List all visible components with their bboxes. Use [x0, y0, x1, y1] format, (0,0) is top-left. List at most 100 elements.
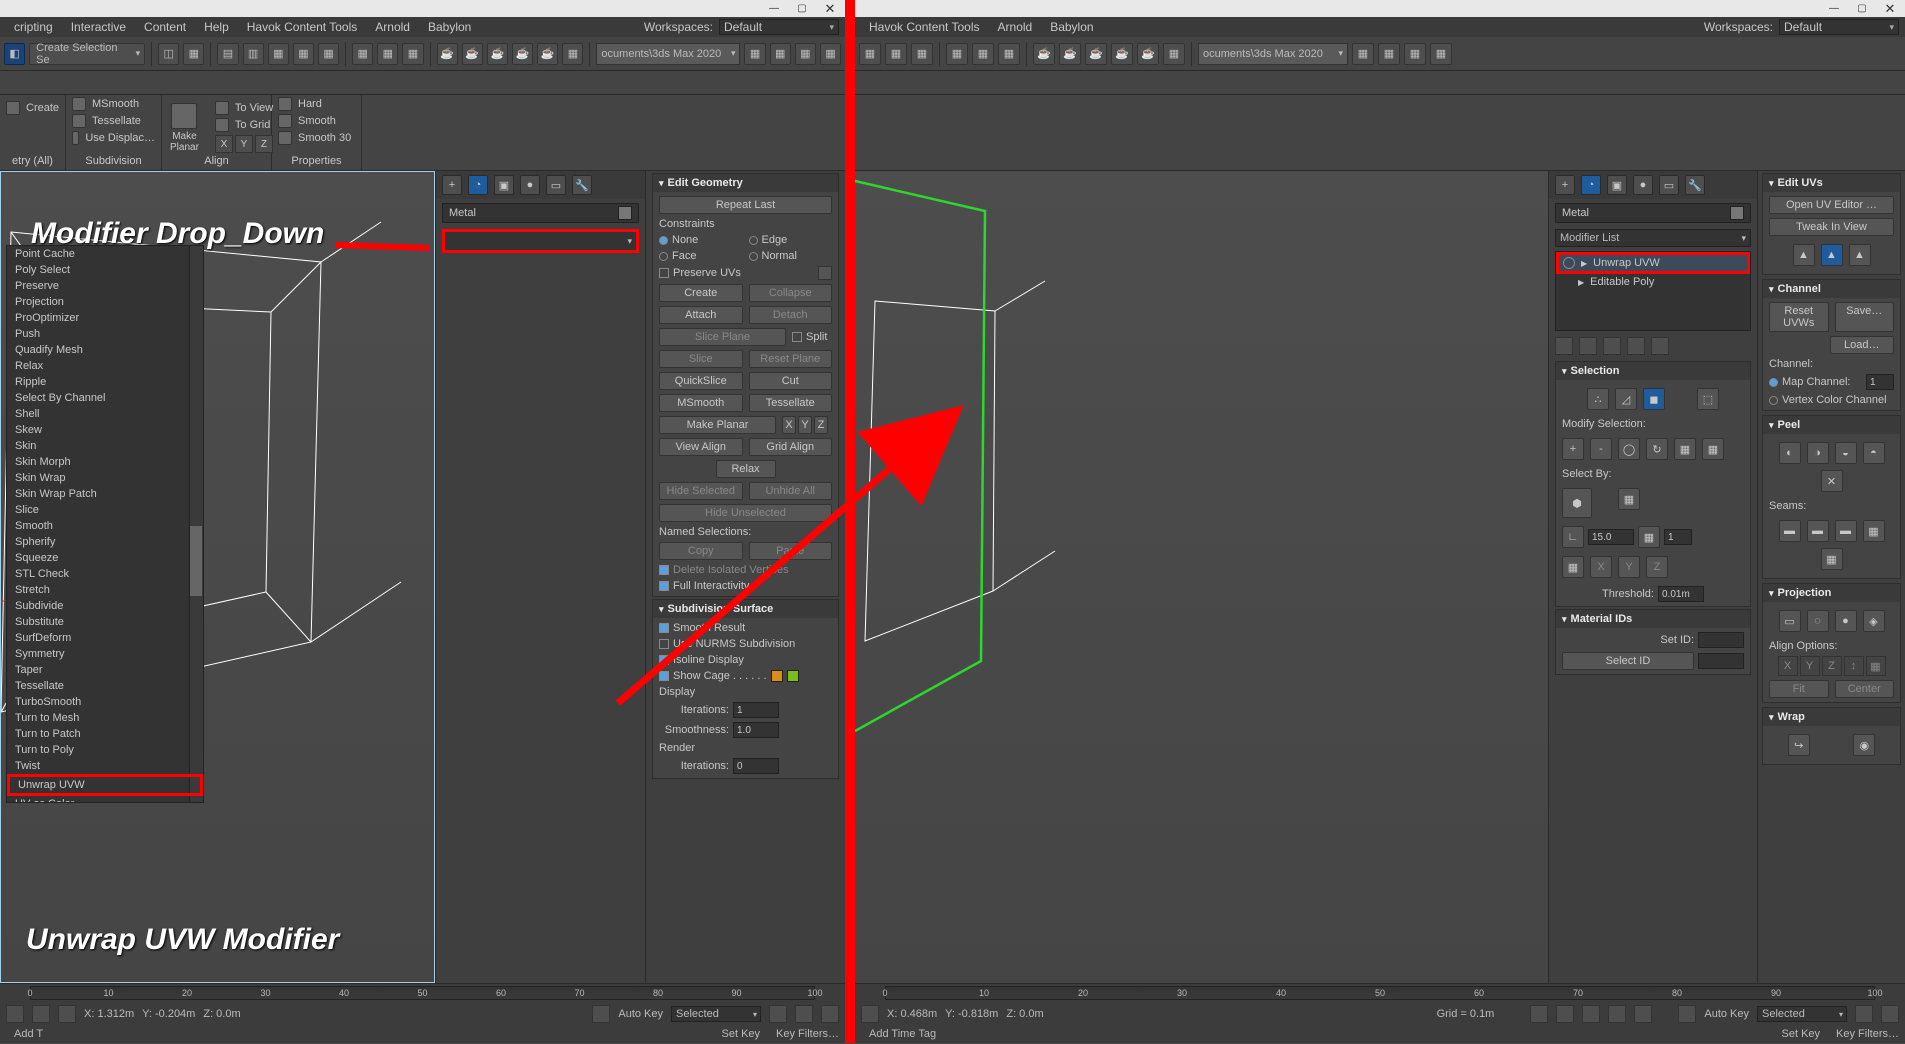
modifier-option[interactable]: Slice	[7, 502, 203, 518]
to-grid-button[interactable]: To Grid	[235, 119, 270, 131]
minimize-button[interactable]: —	[761, 1, 787, 16]
cut-button[interactable]: Cut	[749, 372, 833, 390]
select-element-icon[interactable]: ⬢	[1562, 488, 1592, 518]
menu-havok[interactable]: Havok Content Tools	[861, 18, 988, 36]
peel-icon[interactable]: ◓	[1863, 442, 1885, 464]
toolbar-icon[interactable]: ▦	[183, 43, 204, 65]
align-icon[interactable]: ▦	[1866, 656, 1886, 676]
menu-help[interactable]: Help	[196, 18, 237, 36]
seam-icon[interactable]: ▦	[1863, 520, 1885, 542]
modifier-list-dropdown[interactable]: Modifier List	[1555, 229, 1751, 247]
select-id-spinner[interactable]	[1698, 653, 1744, 669]
selection-header[interactable]: Selection	[1556, 362, 1750, 380]
tessellate-button[interactable]: Tessellate	[749, 394, 833, 412]
render-icon[interactable]: ☕	[537, 43, 558, 65]
status-icon[interactable]	[861, 1005, 879, 1023]
box-proj-icon[interactable]: ◈	[1863, 610, 1885, 632]
modifier-option[interactable]: Turn to Poly	[7, 742, 203, 758]
make-planar-button[interactable]: Make Planar	[659, 416, 776, 434]
tessellate-button[interactable]: Tessellate	[92, 115, 141, 127]
hierarchy-tab-icon[interactable]: ▣	[494, 175, 514, 195]
toolbar-icon[interactable]: ▦	[352, 43, 373, 65]
render-icon[interactable]: ☕	[487, 43, 508, 65]
select-grid-icon[interactable]: ▦	[1618, 488, 1640, 510]
attach-button[interactable]: Attach	[659, 306, 743, 324]
wrap-icon[interactable]: ↪	[1788, 734, 1810, 756]
status-icon[interactable]	[32, 1005, 50, 1023]
toolbar-icon[interactable]: ▦	[268, 43, 289, 65]
align-z-button[interactable]: Z	[1822, 656, 1842, 676]
detach-button[interactable]: Detach	[749, 306, 833, 324]
maximize-button[interactable]: ▢	[1849, 1, 1875, 16]
seam-icon[interactable]: ▬	[1807, 520, 1829, 542]
select-id-button[interactable]: Select ID	[1562, 652, 1694, 670]
full-interactivity-check[interactable]	[659, 581, 669, 591]
displace-button[interactable]: Use Displac…	[85, 132, 155, 144]
edge-radio[interactable]	[749, 236, 758, 245]
angle-icon[interactable]: ∟	[1562, 526, 1584, 548]
setkey-button[interactable]: Set Key	[1782, 1028, 1821, 1040]
planar-x-button[interactable]: X	[782, 416, 796, 434]
hard-button[interactable]: Hard	[298, 98, 322, 110]
key-filters-button[interactable]: Key Filters…	[776, 1028, 839, 1040]
toolbar-icon[interactable]: ▦	[1352, 43, 1374, 65]
vertex-color-radio[interactable]	[1769, 396, 1778, 405]
add-time-tag[interactable]: Add Time Tag	[869, 1028, 936, 1040]
save-button[interactable]: Save…	[1835, 302, 1895, 332]
make-planar-icon[interactable]	[171, 103, 197, 129]
fit-button[interactable]: Fit	[1769, 680, 1829, 698]
modifier-option[interactable]: ProOptimizer	[7, 310, 203, 326]
msmooth-button[interactable]: MSmooth	[92, 98, 139, 110]
modifier-list-dropdown[interactable]	[442, 229, 639, 253]
isoline-check[interactable]	[659, 655, 669, 665]
status-icon[interactable]	[1881, 1005, 1899, 1023]
render-icon[interactable]: ▦	[1163, 43, 1185, 65]
planar-proj-icon[interactable]: ▭	[1779, 610, 1801, 632]
play-next-icon[interactable]	[1608, 1005, 1626, 1023]
render-iterations-spinner[interactable]: 0	[733, 758, 779, 774]
smooth30-button[interactable]: Smooth 30	[298, 132, 351, 144]
show-cage-check[interactable]	[659, 671, 669, 681]
toolbar-icon[interactable]: ▦	[911, 43, 933, 65]
create-button[interactable]: Create	[659, 284, 743, 302]
open-uv-editor-button[interactable]: Open UV Editor …	[1769, 196, 1894, 214]
align-y-button[interactable]: Y	[1800, 656, 1820, 676]
tweak-in-view-button[interactable]: Tweak In View	[1769, 218, 1894, 236]
hierarchy-tab-icon[interactable]: ▣	[1607, 175, 1627, 195]
axis-z-button[interactable]: Z	[255, 135, 273, 153]
align-x-button[interactable]: X	[1778, 656, 1798, 676]
toolbar-icon[interactable]: ▦	[972, 43, 994, 65]
modify-tab-icon[interactable]: ◔	[468, 175, 488, 195]
menu-interactive[interactable]: Interactive	[63, 18, 134, 36]
modifier-option[interactable]: Taper	[7, 662, 203, 678]
modifier-dropdown-list[interactable]: Point CachePoly SelectPreserveProjection…	[6, 245, 204, 803]
threshold-spinner[interactable]: 0.01m	[1658, 586, 1704, 602]
modifier-option[interactable]: Select By Channel	[7, 390, 203, 406]
status-icon[interactable]	[6, 1005, 24, 1023]
project-path-dropdown[interactable]: ocuments\3ds Max 2020	[1198, 43, 1348, 65]
view-align-button[interactable]: View Align	[659, 438, 743, 456]
preserve-settings-icon[interactable]	[818, 266, 832, 280]
toolbar-icon[interactable]: ▦	[820, 43, 841, 65]
axis-z-icon[interactable]: Z	[1646, 556, 1668, 578]
projection-header[interactable]: Projection	[1763, 584, 1900, 602]
play-prev-icon[interactable]	[1556, 1005, 1574, 1023]
peel-icon[interactable]: ✕	[1821, 470, 1843, 492]
status-icon[interactable]	[795, 1005, 813, 1023]
modifier-option[interactable]: Push	[7, 326, 203, 342]
key-mode-dropdown[interactable]: Selected	[671, 1006, 761, 1022]
hide-unselected-button[interactable]: Hide Unselected	[659, 504, 832, 522]
modify-tab-icon[interactable]: ◔	[1581, 175, 1601, 195]
peel-icon[interactable]: ◒	[1835, 442, 1857, 464]
toolbar-icon[interactable]: ▦	[1430, 43, 1452, 65]
modifier-option[interactable]: Spherify	[7, 534, 203, 550]
reset-plane-button[interactable]: Reset Plane	[749, 350, 833, 368]
center-button[interactable]: Center	[1835, 680, 1895, 698]
peel-header[interactable]: Peel	[1763, 416, 1900, 434]
key-filters-button[interactable]: Key Filters…	[1836, 1028, 1899, 1040]
modifier-option[interactable]: Squeeze	[7, 550, 203, 566]
angle-spinner[interactable]: 15.0	[1588, 529, 1634, 545]
shrink-icon[interactable]: -	[1590, 438, 1612, 460]
display-tab-icon[interactable]: ▭	[546, 175, 566, 195]
toolbar-icon[interactable]: ▦	[1378, 43, 1400, 65]
